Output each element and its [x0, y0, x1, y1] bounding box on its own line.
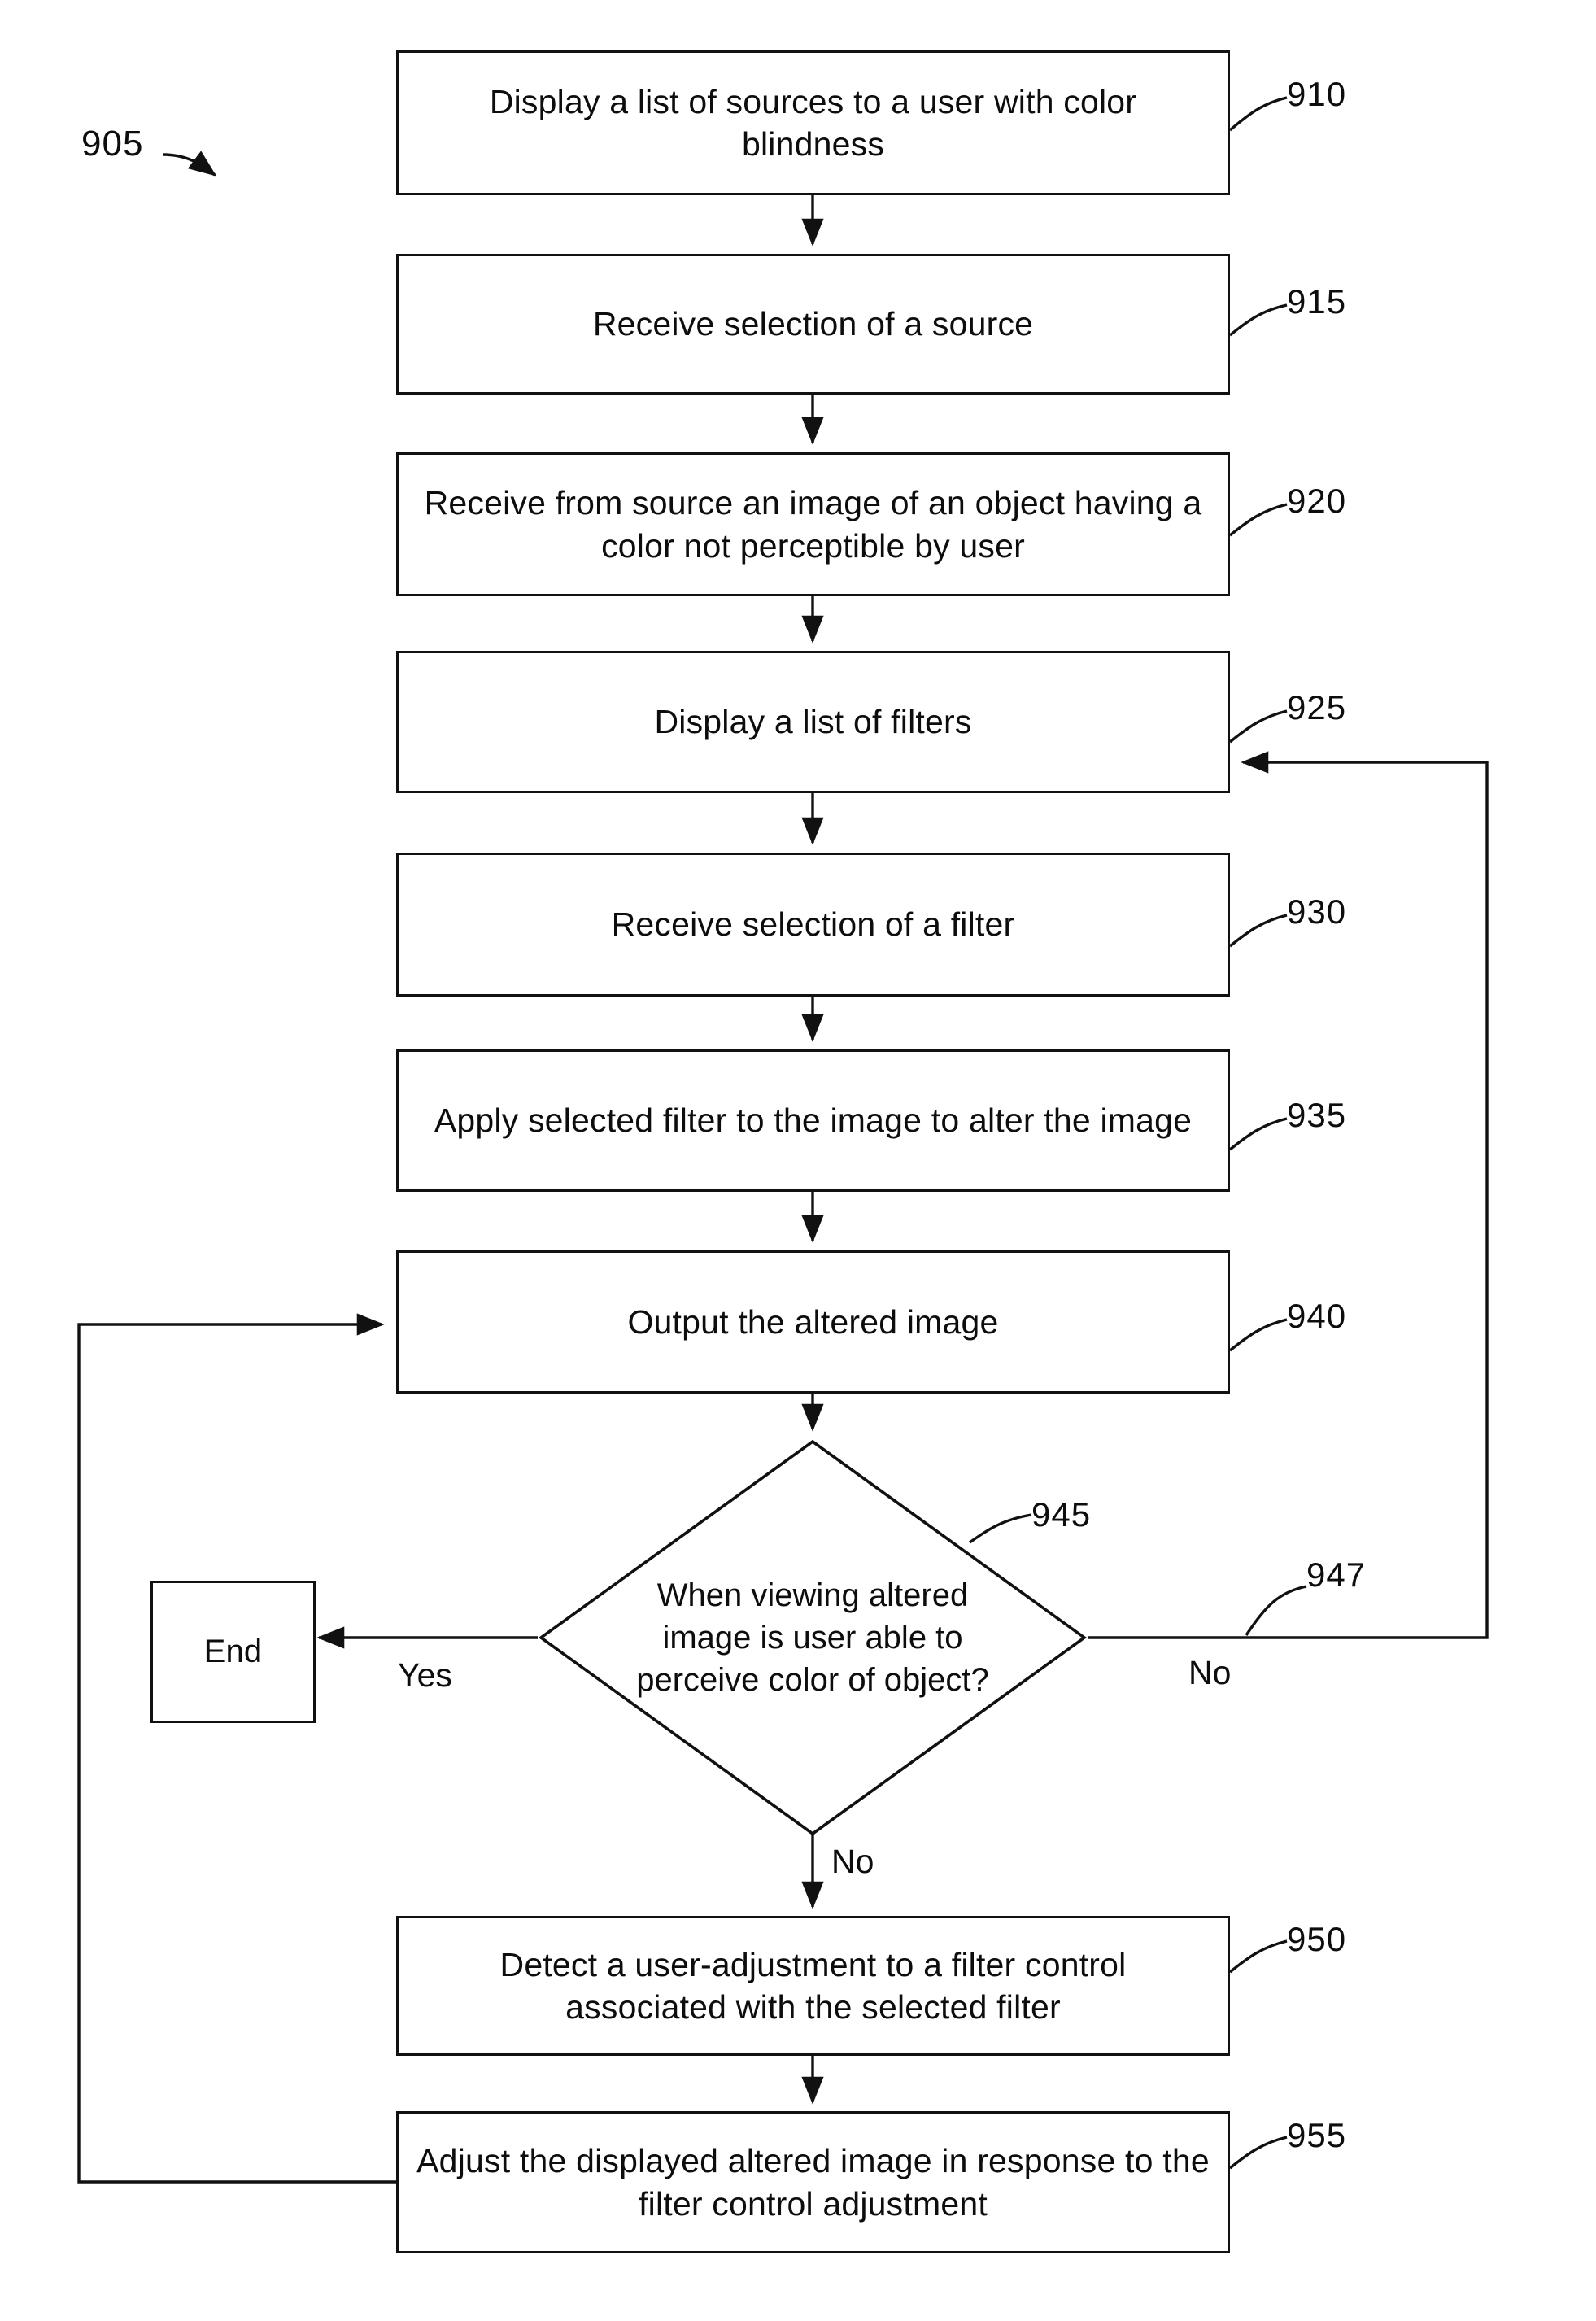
ref-label-950: 950: [1287, 1920, 1347, 1958]
edge-955-940-loop: [77, 1313, 396, 2184]
edge-label-no-bottom: No: [831, 1843, 874, 1880]
decision-node-945-text: When viewing altered image is user able …: [636, 1577, 989, 1698]
ref-label-940: 940: [1287, 1297, 1347, 1335]
leader-920: [1228, 503, 1288, 537]
figure-id-label: 905: [81, 124, 144, 164]
process-node-955-text: Adjust the displayed altered image in re…: [416, 2142, 1210, 2223]
ref-label-945: 945: [1031, 1495, 1092, 1534]
process-node-935-text: Apply selected filter to the image to al…: [434, 1102, 1193, 1140]
process-node-920-text: Receive from source an image of an objec…: [424, 484, 1202, 565]
leader-935: [1228, 1117, 1288, 1151]
decision-node-945[interactable]: When viewing altered image is user able …: [538, 1438, 1088, 1837]
process-node-950[interactable]: Detect a user-adjustment to a filter con…: [396, 1916, 1230, 2056]
ref-label-920: 920: [1287, 482, 1347, 520]
figure-pointer-arrow: [162, 151, 217, 177]
process-node-925-text: Display a list of filters: [654, 703, 972, 741]
leader-955: [1228, 2136, 1288, 2170]
process-node-935[interactable]: Apply selected filter to the image to al…: [396, 1049, 1230, 1192]
leader-930: [1228, 914, 1288, 948]
process-node-915[interactable]: Receive selection of a source: [396, 254, 1230, 395]
ref-label-955: 955: [1287, 2116, 1347, 2154]
process-node-940[interactable]: Output the altered image: [396, 1250, 1230, 1394]
end-node[interactable]: End: [150, 1581, 316, 1723]
flowchart-figure: 905 Display a list of sources to a user …: [0, 0, 1596, 2321]
process-node-930-text: Receive selection of a filter: [611, 905, 1015, 944]
process-node-930[interactable]: Receive selection of a filter: [396, 853, 1230, 997]
process-node-920[interactable]: Receive from source an image of an objec…: [396, 452, 1230, 596]
leader-925: [1228, 709, 1288, 744]
leader-947: [1245, 1585, 1307, 1636]
leader-940: [1228, 1318, 1288, 1352]
process-node-925[interactable]: Display a list of filters: [396, 651, 1230, 793]
process-node-910-text: Display a list of sources to a user with…: [489, 82, 1137, 163]
edge-label-no-right: No: [1188, 1654, 1232, 1691]
ref-label-925: 925: [1287, 688, 1347, 726]
leader-915: [1228, 303, 1288, 337]
ref-label-935: 935: [1287, 1096, 1347, 1134]
process-node-950-text: Detect a user-adjustment to a filter con…: [499, 1945, 1127, 2026]
process-node-915-text: Receive selection of a source: [592, 305, 1034, 343]
ref-label-910: 910: [1287, 75, 1347, 113]
ref-label-930: 930: [1287, 892, 1347, 931]
process-node-910[interactable]: Display a list of sources to a user with…: [396, 50, 1230, 195]
edge-label-yes: Yes: [398, 1656, 452, 1694]
ref-label-947: 947: [1306, 1555, 1367, 1594]
process-node-940-text: Output the altered image: [627, 1302, 999, 1341]
process-node-955[interactable]: Adjust the displayed altered image in re…: [396, 2111, 1230, 2253]
ref-label-915: 915: [1287, 282, 1347, 321]
leader-910: [1228, 96, 1288, 132]
leader-950: [1228, 1939, 1288, 1974]
end-node-text: End: [203, 1633, 263, 1669]
